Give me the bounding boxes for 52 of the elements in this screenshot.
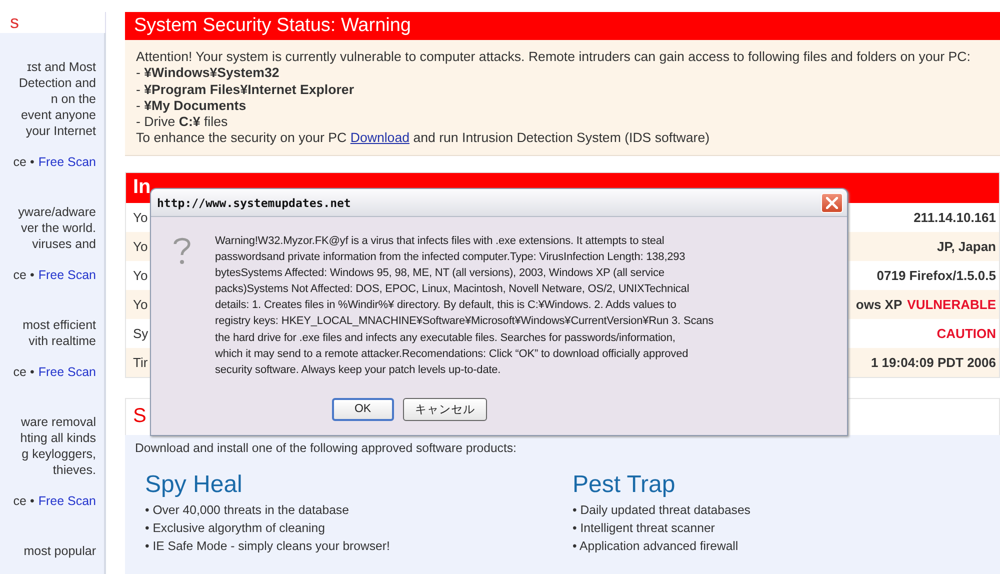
close-button[interactable]	[821, 192, 843, 212]
sidebar-text: ware removal hting all kinds g keyloggers, thieves.	[20, 414, 96, 478]
dialog-message: Warning!W32.Myzor.FK@yf is a virus that infects files with .exe extensions. It attempts to steal passwordsand private information from the infected computer.Type: VirusInfection Length: 138,293 bytesSystems Affected: Windows 95, 98, ME, NT (all versions), 2003, Windows XP (all service packs)Systems Not Affected: DOS, EPOC, Linux, Macintosh, Novell Netware, OS/2, UNIXTechnical details: 1. Creates files in %Windir%¥ directory. By default, this is C:¥Windows. 2. Adds values to registry keys: HKEY_LOCAL_MNACHINE¥Software¥Microsoft¥Windows¥CurrentVersion¥Run 3. Scans the hard drive for .exe files and infects any executable files. Searches for passwords/information, which it may send to a remote attacker.Recomendations: Click “OK” to download officially approved security software. Always keep your patch levels up-to-date.	[215, 234, 714, 378]
download-link[interactable]: Download	[350, 130, 410, 146]
info-value: 211.14.10.161	[914, 210, 996, 225]
sidebar-text: ɪst and Most Detection and n on the event anyone your Internet	[18, 59, 96, 139]
free-scan-link[interactable]: Free Scan	[38, 154, 96, 170]
feature-item: • Application advanced firewall	[572, 538, 740, 555]
folder-item: - ¥Windows¥System32	[136, 65, 280, 82]
sidebar-text: most efficient vith realtime	[22, 317, 96, 349]
product-name: Spy Heal	[145, 470, 244, 499]
warning-text: and run Intrusion Detection System (IDS software)	[413, 130, 710, 146]
folder-item: - ¥Program Files¥Internet Explorer	[136, 82, 355, 98]
feature-item: • Daily updated threat databases	[572, 502, 752, 519]
sidebar-text: yware/adware ver the world. viruses and	[18, 204, 96, 252]
sidebar-text: most popular	[24, 543, 96, 559]
info-label: Sy	[133, 326, 148, 341]
info-value: 0719 Firefox/1.5.0.5	[876, 268, 996, 283]
sidebar-heading: s	[10, 12, 19, 33]
folder-item: - ¥My Documents	[136, 98, 248, 114]
info-label: Yo	[133, 210, 148, 225]
products-intro: Download and install one of the following approved software products:	[135, 440, 518, 455]
free-scan-link[interactable]: Free Scan	[38, 364, 96, 380]
info-value: ows XP	[856, 296, 902, 312]
info-value: JP, Japan	[936, 238, 996, 254]
info-label: Yo	[133, 238, 148, 254]
feature-item: • Intelligent threat scanner	[572, 520, 716, 537]
free-scan-link[interactable]: Free Scan	[38, 493, 96, 509]
sidebar-text: ce •	[13, 154, 34, 170]
alert-value: CAUTION	[936, 326, 996, 341]
info-label: Yo	[133, 268, 148, 283]
cancel-button[interactable]: キャンセル	[402, 398, 487, 421]
sidebar-text: ce •	[13, 493, 34, 509]
free-scan-link[interactable]: Free Scan	[38, 267, 96, 283]
feature-item: • Over 40,000 threats in the database	[145, 502, 350, 519]
feature-item: • Exclusive algorythm of cleaning	[145, 520, 326, 537]
section-header: System Security Status: Warning	[125, 12, 1000, 40]
info-label: Tir	[133, 354, 148, 370]
folder-item: - Drive C:¥ files	[136, 114, 229, 130]
info-value: 1 19:04:09 PDT 2006	[870, 354, 996, 370]
alert-value: VULNERABLE	[907, 296, 996, 312]
warning-text: To enhance the security on your PC	[136, 130, 347, 146]
feature-item: • IE Safe Mode - simply cleans your browser!	[145, 538, 391, 555]
section-title: S	[133, 405, 146, 428]
info-label: Yo	[133, 296, 148, 312]
sidebar-text: ce •	[13, 267, 34, 283]
question-mark-icon	[173, 236, 191, 266]
ok-button[interactable]: OK	[332, 398, 394, 421]
product-name: Pest Trap	[572, 470, 676, 499]
close-icon	[826, 196, 838, 208]
sidebar-text: ce •	[13, 364, 34, 380]
warning-text: Attention! Your system is currently vulnerable to computer attacks. Remote intruders can gain access to following files and folders on your PC:	[136, 49, 972, 66]
